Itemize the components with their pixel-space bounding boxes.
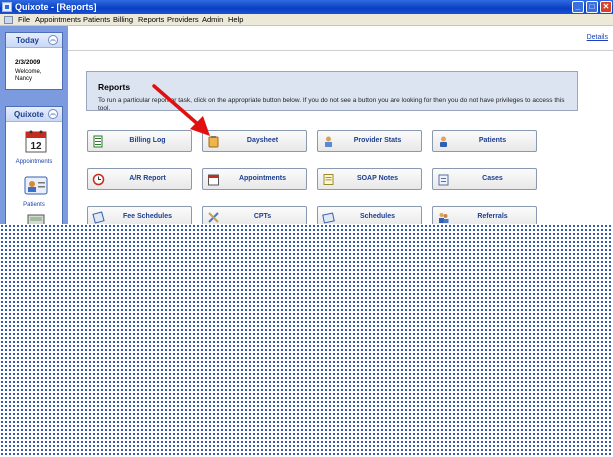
ar-report-button[interactable]: A/R Report: [87, 168, 192, 190]
schedules-label: Schedules: [359, 213, 395, 220]
menu-bar: File Appointments Patients Billing Repor…: [0, 14, 613, 26]
welcome-text: Welcome, Nancy: [15, 69, 42, 83]
patients-button[interactable]: Patients: [432, 130, 537, 152]
cases-label: Cases: [482, 175, 503, 182]
calendar-number: 12: [30, 141, 42, 152]
close-button[interactable]: ✕: [600, 1, 612, 13]
menu-appointments[interactable]: Appointments: [35, 15, 81, 25]
cases-icon: [438, 174, 449, 186]
fee-schedules-label: Fee Schedules: [122, 213, 173, 220]
menu-billing[interactable]: Billing: [113, 15, 133, 25]
appointments-button[interactable]: Appointments: [202, 168, 307, 190]
calendar-icon: 12: [25, 130, 47, 153]
referrals-icon: [439, 213, 449, 223]
patient-card-icon: [24, 176, 48, 195]
notes-icon: [323, 174, 334, 185]
appointments-label: Appointments: [238, 175, 287, 182]
cases-button[interactable]: Cases: [432, 168, 537, 190]
menu-admin[interactable]: Admin: [202, 15, 223, 25]
app-icon: [2, 2, 12, 12]
today-title: Today: [16, 36, 39, 45]
today-header: Today ︽: [6, 33, 62, 48]
tools-icon: [208, 212, 219, 223]
provider-icon: [325, 136, 332, 147]
menu-help[interactable]: Help: [228, 15, 243, 25]
person-icon: [440, 136, 447, 147]
fee-schedule-icon: [92, 211, 105, 224]
details-link[interactable]: Details: [587, 34, 608, 41]
daysheet-label: Daysheet: [246, 137, 279, 144]
menu-reports[interactable]: Reports: [138, 15, 164, 25]
dotted-overlay: [0, 224, 613, 457]
ar-report-label: A/R Report: [129, 175, 166, 182]
collapse-icon[interactable]: ︽: [48, 109, 58, 119]
window-titlebar: Quixote - [Reports] _ □ ✕: [0, 0, 613, 14]
quixote-title: Quixote: [14, 110, 44, 119]
window-title: Quixote - [Reports]: [15, 2, 97, 12]
minimize-button[interactable]: _: [572, 1, 584, 13]
today-box: Today ︽ 2/3/2009 Welcome, Nancy: [5, 32, 63, 90]
patients-label: Patients: [478, 137, 507, 144]
reports-title: Reports: [98, 82, 131, 92]
menu-patients[interactable]: Patients: [83, 15, 110, 25]
ledger-icon: [93, 135, 103, 148]
nav-appointments-label: Appointments: [15, 159, 53, 165]
nav-patients-label: Patients: [23, 202, 45, 208]
annotation-arrow: [152, 84, 210, 136]
today-date: 2/3/2009: [15, 59, 41, 66]
soap-notes-label: SOAP Notes: [356, 175, 399, 182]
quixote-header: Quixote ︽: [6, 107, 62, 122]
calendar-icon: [208, 174, 219, 186]
maximize-button[interactable]: □: [586, 1, 598, 13]
cpts-label: CPTs: [253, 213, 272, 220]
menu-app-icon[interactable]: [4, 16, 13, 24]
quixote-box: Quixote ︽ 12 Appointments Patients: [5, 106, 63, 236]
referrals-label: Referrals: [477, 213, 508, 220]
schedule-icon: [322, 212, 335, 224]
provider-stats-button[interactable]: Provider Stats: [317, 130, 422, 152]
left-navigation-panel: Today ︽ 2/3/2009 Welcome, Nancy Quixote …: [0, 26, 68, 236]
provider-stats-label: Provider Stats: [353, 137, 402, 144]
user-name: Nancy: [15, 76, 33, 82]
content-divider: [68, 50, 613, 51]
menu-providers[interactable]: Providers: [167, 15, 199, 25]
soap-notes-button[interactable]: SOAP Notes: [317, 168, 422, 190]
collapse-icon[interactable]: ︽: [48, 35, 58, 45]
menu-file[interactable]: File: [18, 15, 30, 25]
welcome-line: Welcome,: [15, 69, 42, 75]
clock-icon: [92, 173, 105, 186]
